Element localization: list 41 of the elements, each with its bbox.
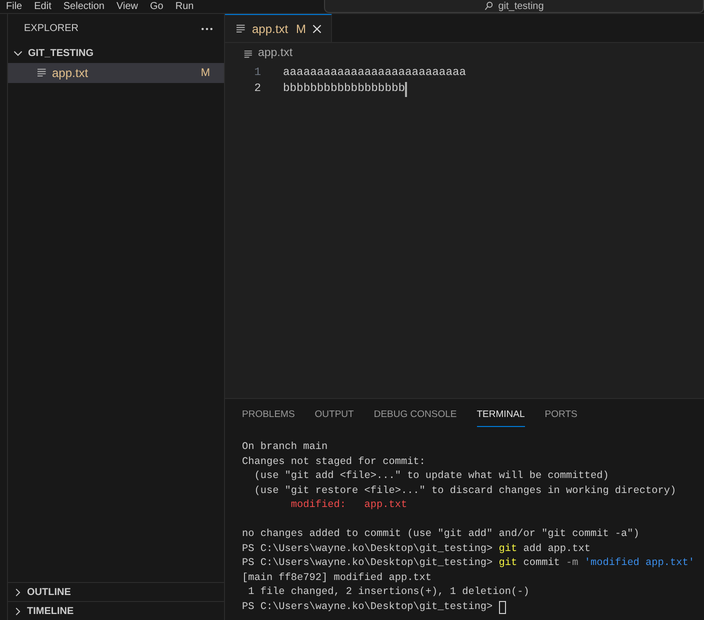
menu-item[interactable]: View [110,0,144,14]
search-field[interactable]: git_testing [324,0,704,13]
section-header[interactable]: OUTLINE [8,582,224,601]
menu-item[interactable]: Go [144,0,170,14]
panel-tab[interactable]: PROBLEMS [242,405,295,427]
line-number: 2 [253,82,262,97]
file-icon [243,48,254,60]
terminal-line: (use "git add <file>..." to update what will be committed) [253,470,610,484]
terminal-line: (use "git restore <file>..." to discard changes in working directory) [253,484,678,498]
terminal-line: modified: app.txt [290,499,408,513]
close-icon[interactable] [311,22,324,34]
terminal-line: PS C:\Users\wayne.ko\Desktop\git_testing> git add app.txt [242,542,590,556]
terminal-line: Changes not staged for commit: [242,456,426,470]
menu-item[interactable]: Run [169,0,200,14]
panel-tab[interactable]: TERMINAL [476,405,525,427]
panel-tab[interactable]: DEBUG CONSOLE [374,405,457,427]
file-icon [36,67,48,79]
section-header[interactable]: TIMELINE [8,601,224,620]
menu-item[interactable]: Edit [28,0,58,14]
line-number: 1 [253,66,262,81]
code-line: aaaaaaaaaaaaaaaaaaaaaaaaaaa [283,66,466,81]
panel-tab[interactable]: PORTS [544,405,578,427]
folder-label[interactable]: GIT_TESTING [28,46,94,60]
breadcrumb[interactable]: app.txt [225,43,704,65]
menu-item[interactable]: File [0,0,28,14]
panel-tab[interactable]: OUTPUT [314,405,354,427]
file-icon [235,22,247,34]
search-icon [484,1,494,11]
menu-item[interactable]: Selection [57,0,110,14]
explorer-tree-row[interactable]: app.txt M [8,63,224,83]
terminal-line: no changes added to commit (use "git add" and/or "git commit -a") [242,528,640,542]
git-status-label: M [200,66,210,81]
code-line: bbbbbbbbbbbbbbbbbb [283,80,408,98]
sidebar-title: EXPLORER [24,22,78,36]
terminal-line: [main ff8e792] modified app.txt [242,572,433,586]
terminal-line: PS C:\Users\wayne.ko\Desktop\git_testing> git commit -m 'modified app.txt' [242,557,694,571]
terminal-line: 1 file changed, 2 insertions(+), 1 deletion(-) [247,586,530,600]
editor-tab[interactable]: app.txt M [225,14,332,42]
terminal-line: PS C:\Users\wayne.ko\Desktop\git_testing> [242,600,494,614]
terminal-line: On branch main [242,441,329,455]
text-cursor [405,82,408,96]
